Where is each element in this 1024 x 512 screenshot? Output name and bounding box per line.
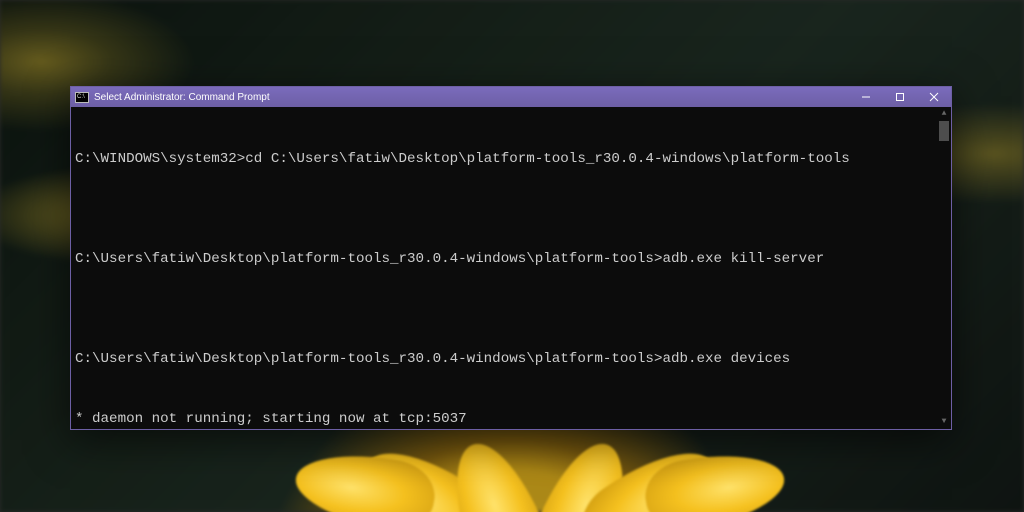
close-icon: [929, 92, 939, 102]
scroll-track[interactable]: [937, 121, 951, 415]
terminal-line: C:\Users\fatiw\Desktop\platform-tools_r3…: [75, 249, 945, 269]
cmd-icon: C:\: [75, 92, 89, 103]
scroll-thumb[interactable]: [939, 121, 949, 141]
minimize-icon: [861, 92, 871, 102]
terminal-line: C:\Users\fatiw\Desktop\platform-tools_r3…: [75, 349, 945, 369]
maximize-button[interactable]: [883, 87, 917, 107]
titlebar[interactable]: C:\ Select Administrator: Command Prompt: [71, 87, 951, 107]
close-button[interactable]: [917, 87, 951, 107]
window-controls: [849, 87, 951, 107]
scrollbar[interactable]: ▲ ▼: [937, 107, 951, 429]
window-title: Select Administrator: Command Prompt: [94, 92, 270, 103]
maximize-icon: [895, 92, 905, 102]
scroll-up-icon[interactable]: ▲: [937, 107, 951, 121]
terminal-output[interactable]: C:\WINDOWS\system32>cd C:\Users\fatiw\De…: [71, 107, 951, 429]
terminal-line: * daemon not running; starting now at tc…: [75, 409, 945, 429]
minimize-button[interactable]: [849, 87, 883, 107]
command-prompt-window: C:\ Select Administrator: Command Prompt…: [70, 86, 952, 430]
scroll-down-icon[interactable]: ▼: [937, 415, 951, 429]
terminal-line: C:\WINDOWS\system32>cd C:\Users\fatiw\De…: [75, 149, 945, 169]
